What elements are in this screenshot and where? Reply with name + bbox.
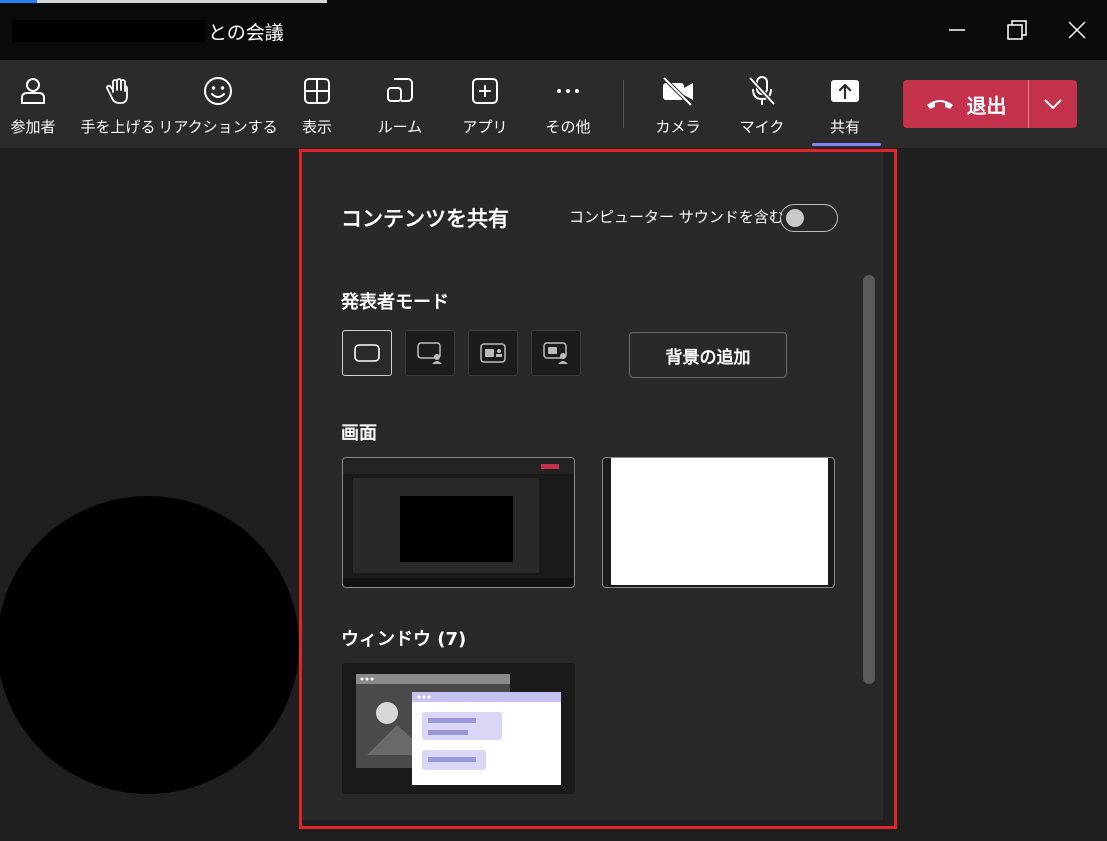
apps-label: アプリ bbox=[462, 118, 508, 136]
chevron-down-icon bbox=[1044, 99, 1062, 110]
screen-thumbnail-1[interactable] bbox=[342, 457, 575, 588]
share-panel-title: コンテンツを共有 bbox=[341, 207, 509, 231]
add-background-button[interactable]: 背景の追加 bbox=[629, 332, 787, 378]
share-screen-icon bbox=[831, 80, 859, 102]
presenter-mode-heading: 発表者モード bbox=[341, 292, 449, 313]
hang-up-icon bbox=[926, 100, 953, 109]
share-active-indicator bbox=[812, 143, 881, 146]
window-thumbnail[interactable] bbox=[342, 663, 575, 794]
more-label: その他 bbox=[545, 118, 591, 136]
title-bar: との会議 bbox=[0, 0, 1107, 60]
breakout-rooms-icon bbox=[387, 78, 413, 102]
camera-label: カメラ bbox=[655, 118, 701, 136]
mode-reporter[interactable] bbox=[531, 330, 581, 376]
reporter-icon bbox=[543, 342, 568, 364]
mode-standout[interactable] bbox=[405, 330, 455, 376]
computer-sound-toggle[interactable] bbox=[780, 204, 838, 232]
smile-icon bbox=[204, 77, 232, 105]
rooms-label: ルーム bbox=[377, 118, 423, 136]
restore-icon bbox=[1007, 20, 1027, 40]
redacted-name bbox=[12, 20, 205, 42]
window-illustration bbox=[356, 674, 561, 785]
close-button[interactable] bbox=[1061, 14, 1093, 46]
share-content-panel: コンテンツを共有 コンピューター サウンドを含む 発表者モード 背景の追加 画面… bbox=[302, 152, 883, 820]
loading-bar bbox=[0, 0, 327, 3]
participants-button[interactable]: 参加者 bbox=[5, 74, 61, 137]
restore-button[interactable] bbox=[1001, 14, 1033, 46]
grid-icon bbox=[304, 78, 330, 104]
minimize-button[interactable] bbox=[941, 14, 973, 46]
window-title: との会議 bbox=[208, 22, 284, 44]
camera-button[interactable]: カメラ bbox=[653, 74, 703, 137]
apps-button[interactable]: アプリ bbox=[460, 74, 510, 137]
react-label: リアクションする bbox=[158, 118, 278, 136]
leave-label: 退出 bbox=[966, 93, 1007, 118]
standout-icon bbox=[417, 342, 442, 364]
screen-thumbnail-2[interactable] bbox=[602, 457, 835, 588]
share-label: 共有 bbox=[829, 118, 860, 136]
view-label: 表示 bbox=[301, 118, 332, 136]
camera-off-icon bbox=[662, 76, 693, 106]
participant-avatar bbox=[0, 496, 299, 794]
people-icon bbox=[21, 78, 45, 104]
content-only-icon bbox=[354, 344, 380, 362]
leave-button-group: 退出 bbox=[903, 80, 1077, 128]
raise-hand-label: 手を上げる bbox=[80, 118, 156, 136]
toolbar-divider bbox=[623, 80, 624, 128]
participants-label: 参加者 bbox=[10, 118, 56, 136]
add-app-icon bbox=[472, 78, 498, 104]
close-icon bbox=[1068, 21, 1086, 39]
side-by-side-icon bbox=[480, 343, 506, 363]
raise-hand-icon bbox=[106, 78, 128, 104]
computer-sound-label: コンピューター サウンドを含む bbox=[569, 208, 784, 226]
view-button[interactable]: 表示 bbox=[292, 74, 342, 137]
mode-content-only[interactable] bbox=[342, 330, 392, 376]
mic-off-icon bbox=[748, 76, 776, 106]
react-button[interactable]: リアクションする bbox=[158, 74, 278, 137]
windows-heading: ウィンドウ (7) bbox=[341, 629, 467, 650]
panel-scrollbar[interactable] bbox=[863, 275, 875, 684]
minimize-icon bbox=[949, 29, 965, 31]
leave-button[interactable]: 退出 bbox=[903, 80, 1028, 128]
raise-hand-button[interactable]: 手を上げる bbox=[80, 74, 156, 137]
screens-heading: 画面 bbox=[341, 423, 377, 444]
meeting-toolbar: 参加者 手を上げる リアクションする 表示 ルーム アプリ その他 カメラ マイ… bbox=[0, 60, 1107, 148]
rooms-button[interactable]: ルーム bbox=[375, 74, 425, 137]
mic-button[interactable]: マイク bbox=[737, 74, 787, 137]
more-icon bbox=[557, 89, 579, 93]
share-button[interactable]: 共有 bbox=[820, 74, 870, 137]
leave-options-button[interactable] bbox=[1029, 80, 1077, 128]
more-button[interactable]: その他 bbox=[540, 74, 596, 137]
mic-label: マイク bbox=[739, 118, 785, 136]
mode-side-by-side[interactable] bbox=[468, 330, 518, 376]
